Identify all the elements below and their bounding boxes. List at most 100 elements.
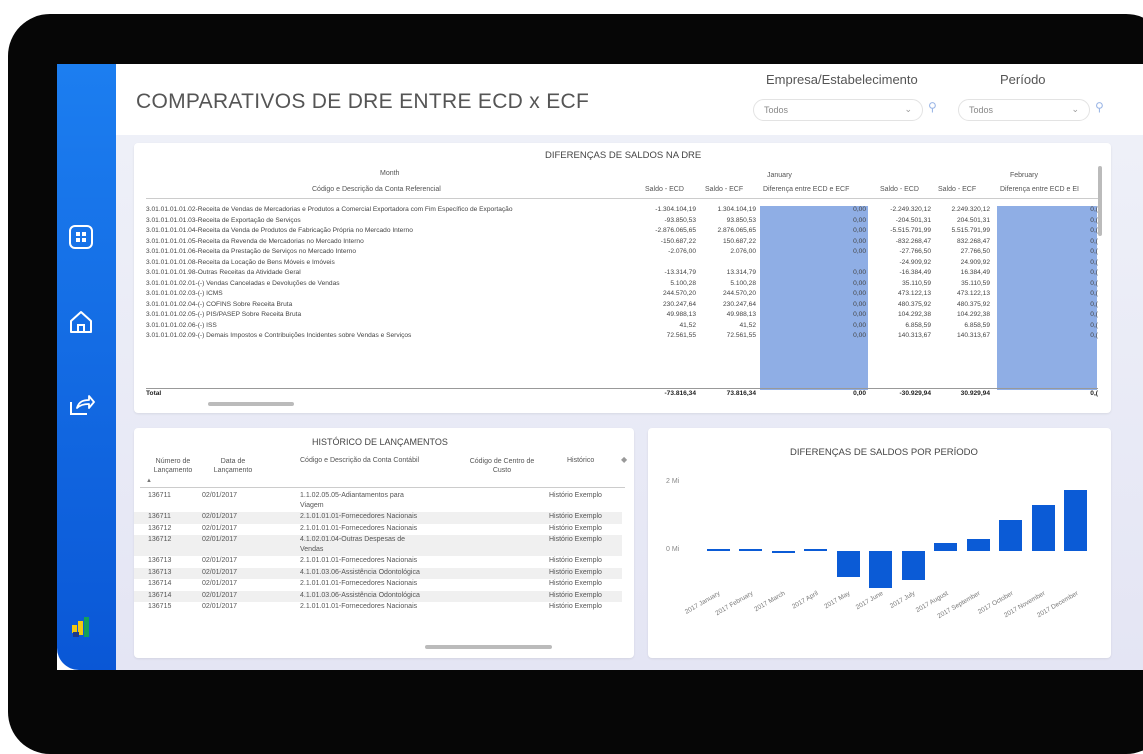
- table-row[interactable]: 3.01.01.01.02.06-(-) ISS 41,52 41,52 0,00 6.…: [146, 321, 1098, 331]
- table-cell-feb-ecd: -204.501,31: [895, 216, 931, 224]
- table-row[interactable]: 136712 02/01/2017 2.1.01.01.01-Fornecedore…: [134, 523, 622, 535]
- table-row[interactable]: 3.01.01.01.01.98-Outras Receitas da Ativ…: [146, 269, 1098, 278]
- table-cell-feb-diff: 0,(: [1090, 332, 1098, 339]
- table-row[interactable]: 3.01.01.01.02.03-(-) ICMS 244.570,20 244.5…: [146, 290, 1098, 299]
- col-header[interactable]: Saldo - ECF: [938, 186, 976, 193]
- bar-2017-march[interactable]: [771, 551, 795, 554]
- table-row[interactable]: 136713 02/01/2017 2.1.01.01.01-Fornecedore…: [134, 556, 622, 568]
- table-row[interactable]: 3.01.01.01.02.09-(-) Demais Impostos e C…: [146, 332, 1098, 341]
- table-cell-conta: 2.1.01.01.01-Fornecedores Nacionais: [300, 513, 418, 520]
- bar-2017-january[interactable]: [706, 548, 730, 551]
- table-cell-feb-ecf: 104.292,38: [956, 311, 990, 318]
- bar-2017-may[interactable]: [836, 551, 860, 577]
- table-cell-feb-ecf: 16.384,49: [960, 269, 990, 276]
- table-cell-feb-diff: 0,(: [1090, 237, 1098, 245]
- table-cell-account: 3.01.01.01.01.03-Receita de Exportação d…: [146, 216, 301, 224]
- table-row[interactable]: 136712 02/01/2017 4.1.02.01.04-Outras Desp…: [134, 535, 622, 556]
- table-cell-data: 02/01/2017: [202, 536, 238, 543]
- chevron-down-icon: ⌄: [904, 104, 912, 114]
- table-cell-account: 3.01.01.01.02.05-(-) PIS/PASEP Sobre Rec…: [146, 311, 302, 318]
- table-row[interactable]: 3.01.01.01.01.04-Receita da Venda de Pro…: [146, 227, 1098, 236]
- page-title: COMPARATIVOS DE DRE ENTRE ECD x ECF: [136, 90, 590, 113]
- bar-2017-august[interactable]: [934, 542, 958, 551]
- col-header[interactable]: Histórico: [567, 457, 594, 464]
- bar-2017-june[interactable]: [869, 551, 893, 589]
- table-cell-conta-cont: Viagem: [300, 502, 324, 509]
- table-cell-account: 3.01.01.01.01.08-Receita da Locação de B…: [146, 258, 335, 266]
- table-cell-feb-ecd: 104.292,38: [897, 311, 931, 318]
- table-row[interactable]: 136714 02/01/2017 4.1.01.03.06-Assistência…: [134, 590, 622, 602]
- table-cell-feb-ecd: -5.515.791,99: [890, 227, 931, 234]
- table-row[interactable]: 136711 02/01/2017 1.1.02.05.05-Adiantament…: [134, 491, 622, 512]
- col-header[interactable]: Saldo - ECF: [705, 186, 743, 193]
- table-cell-jan-ecd: 5.100,28: [670, 279, 696, 287]
- col-header[interactable]: Código e Descrição da Conta Contábil: [300, 457, 419, 464]
- y-tick-label: 2 Mi: [666, 478, 680, 485]
- table-cell-data: 02/01/2017: [202, 557, 238, 564]
- table-cell-num: 136714: [148, 580, 172, 587]
- col-header[interactable]: Diferença entre ECD e ECF: [763, 186, 849, 193]
- periodo-filter-value: Todos: [969, 105, 994, 115]
- table-row[interactable]: 136713 02/01/2017 4.1.01.03.06-Assistência…: [134, 567, 622, 579]
- table-row[interactable]: 3.01.01.01.01.05-Receita da Revenda de M…: [146, 237, 1098, 247]
- table-cell-num: 136711: [148, 513, 171, 520]
- col-header[interactable]: Número de Lançamento: [148, 457, 198, 475]
- vertical-scrollbar[interactable]: [1098, 166, 1102, 236]
- table-row[interactable]: 3.01.01.01.01.02-Receita de Vendas de Me…: [146, 206, 1098, 215]
- table-cell-jan-ecd: 230.247,64: [662, 300, 696, 308]
- col-header[interactable]: Diferença entre ECD e EI: [1000, 186, 1079, 193]
- table-row[interactable]: 3.01.01.01.02.01-(-) Vendas Canceladas e…: [146, 279, 1098, 289]
- dashboard-icon[interactable]: [63, 219, 99, 255]
- table-cell-feb-ecd: -2.249.320,12: [890, 206, 931, 213]
- table-cell-feb-ecf: 27.766,50: [960, 248, 990, 255]
- table-cell-jan-ecd: 244.570,20: [662, 290, 696, 297]
- table-cell-feb-ecf: 480.375,92: [956, 300, 990, 308]
- periodo-filter-dropdown[interactable]: Todos ⌄: [958, 99, 1090, 121]
- home-icon[interactable]: [63, 304, 99, 340]
- table-row[interactable]: 136715 02/01/2017 2.1.01.01.01-Fornecedore…: [134, 602, 622, 614]
- share-icon[interactable]: [63, 387, 99, 423]
- table-row[interactable]: 3.01.01.01.01.03-Receita de Exportação d…: [146, 216, 1098, 226]
- table-cell-jan-ecf: 5.100,28: [730, 279, 756, 287]
- table-row[interactable]: 3.01.01.01.02.05-(-) PIS/PASEP Sobre Rec…: [146, 311, 1098, 320]
- table-cell-data: 02/01/2017: [202, 492, 238, 499]
- table-cell-account: 3.01.01.01.01.06-Receita da Prestação de…: [146, 248, 357, 255]
- col-header[interactable]: Código de Centro de Custo: [462, 457, 542, 475]
- bar-2017-september[interactable]: [966, 539, 990, 551]
- sort-ascending-icon[interactable]: ▲: [146, 478, 152, 484]
- table-cell-jan-diff: 0,00: [853, 300, 866, 308]
- table-cell-conta: 2.1.01.01.01-Fornecedores Nacionais: [300, 580, 418, 587]
- bar-2017-december[interactable]: [1064, 490, 1088, 551]
- col-header[interactable]: Saldo - ECD: [880, 186, 919, 193]
- bar-2017-february[interactable]: [739, 549, 763, 551]
- table-row[interactable]: 3.01.01.01.02.04-(-) COFINS Sobre Receit…: [146, 300, 1098, 310]
- bar-2017-november[interactable]: [1031, 505, 1055, 551]
- table-row[interactable]: 3.01.01.01.01.06-Receita da Prestação de…: [146, 248, 1098, 257]
- table-cell-jan-diff: 0,00: [853, 248, 866, 255]
- table-cell-hist: Histório Exemplo: [549, 524, 602, 532]
- empresa-filter-dropdown[interactable]: Todos ⌄: [753, 99, 923, 121]
- table-cell-feb-ecd: 140.313,67: [897, 332, 931, 339]
- table-cell-conta: 2.1.01.01.01-Fornecedores Nacionais: [300, 524, 418, 532]
- bar-2017-october[interactable]: [999, 519, 1023, 551]
- table-row[interactable]: 136714 02/01/2017 2.1.01.01.01-Fornecedore…: [134, 579, 622, 591]
- search-icon[interactable]: ⚲: [928, 100, 937, 114]
- table-row[interactable]: 3.01.01.01.01.08-Receita da Locação de B…: [146, 258, 1098, 268]
- table-cell-feb-diff: 0,(: [1090, 321, 1098, 329]
- table-cell-account: 3.01.01.01.01.05-Receita da Revenda de M…: [146, 237, 364, 245]
- y-tick-label: 0 Mi: [666, 546, 680, 553]
- search-icon[interactable]: ⚲: [1095, 100, 1104, 114]
- table-row[interactable]: 136711 02/01/2017 2.1.01.01.01-Fornecedore…: [134, 512, 622, 524]
- bar-2017-july[interactable]: [901, 551, 925, 580]
- col-header[interactable]: Data de Lançamento: [212, 457, 254, 475]
- table-cell-feb-ecf: 473.122,13: [956, 290, 990, 297]
- horizontal-scrollbar[interactable]: [425, 645, 552, 649]
- table-cell-feb-ecf: 35.110,59: [961, 279, 990, 287]
- horizontal-scrollbar[interactable]: [208, 402, 294, 406]
- table-cell-account: 3.01.01.01.02.03-(-) ICMS: [146, 290, 223, 297]
- table-cell-feb-ecd: 473.122,13: [897, 290, 931, 297]
- col-header[interactable]: Saldo - ECD: [645, 186, 684, 193]
- bar-2017-april[interactable]: [804, 549, 828, 551]
- header-divider: [140, 487, 625, 488]
- sort-icon[interactable]: ◆: [621, 455, 627, 464]
